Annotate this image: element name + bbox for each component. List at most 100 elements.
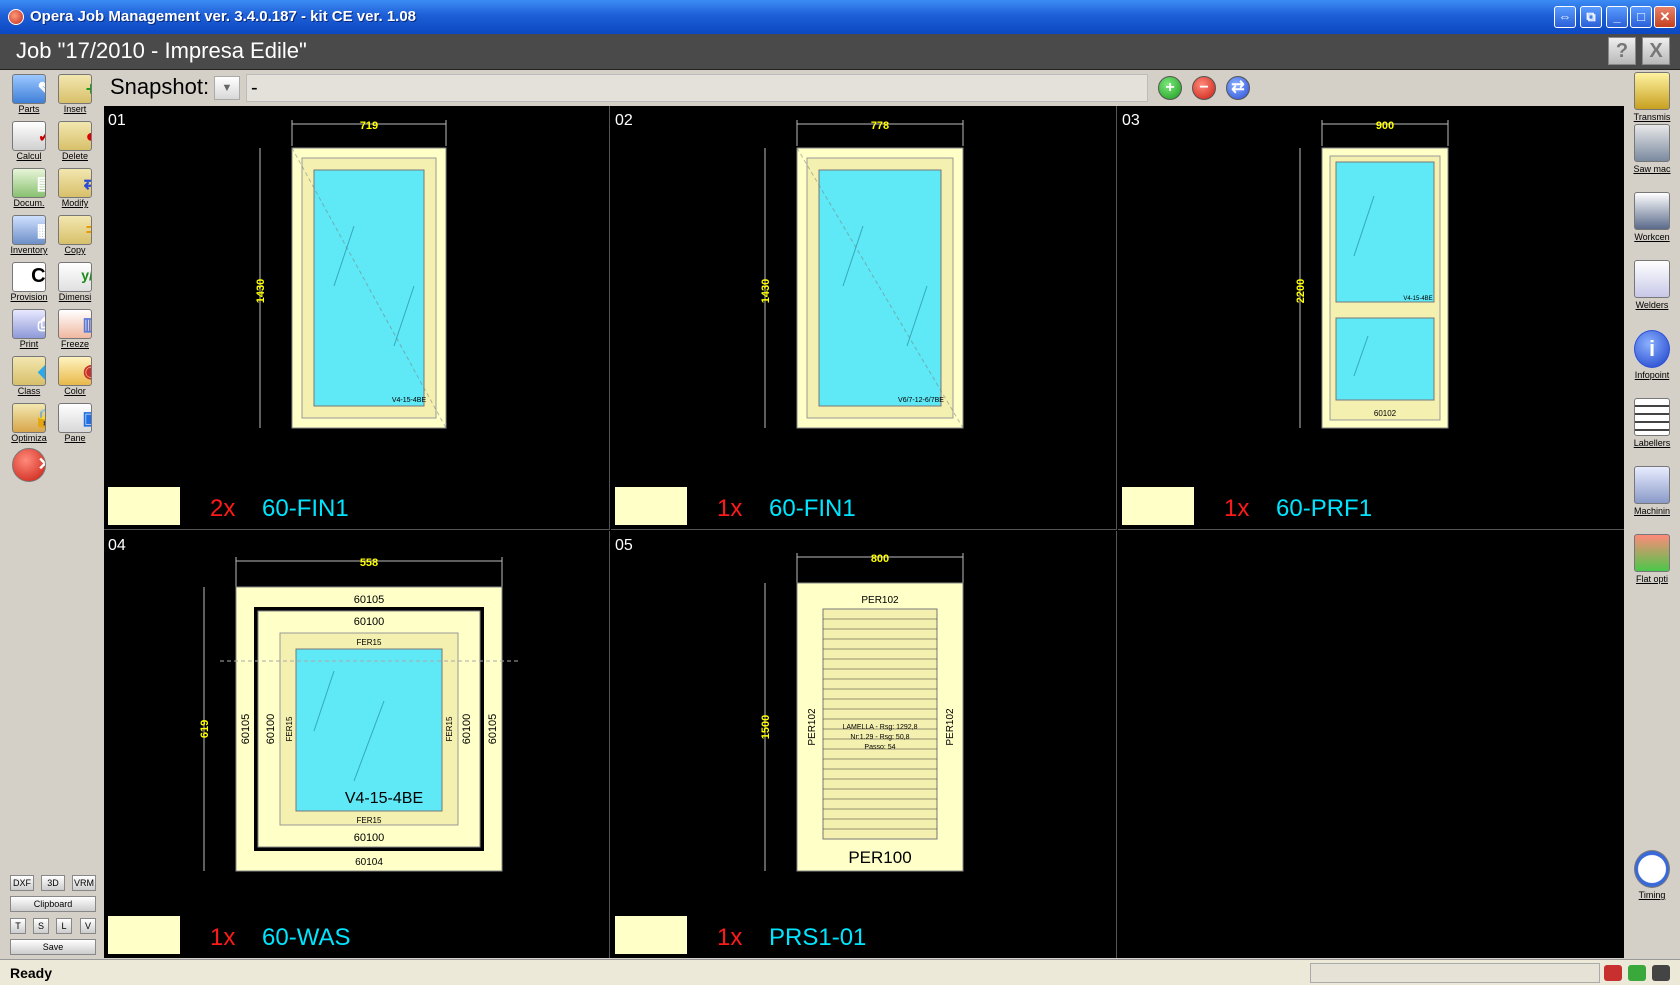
help-button[interactable]: ?: [1608, 37, 1636, 65]
position-cell-05[interactable]: 05 800 1500 PER102 LAMELLA - Rsg: 1292,8…: [611, 531, 1117, 958]
position-cell-01[interactable]: 01 719 1430 V4-15-4BE 2x 60-FIN1: [104, 106, 610, 530]
vrm-button[interactable]: VRM: [72, 875, 96, 891]
tray-icon[interactable]: [1604, 965, 1622, 981]
flatopti-button[interactable]: Flat opti: [1628, 532, 1676, 598]
pane-icon: ▣: [58, 403, 92, 433]
class-icon: ◆: [12, 356, 46, 386]
exit-button[interactable]: ✕: [8, 446, 50, 486]
3d-button[interactable]: 3D: [41, 875, 65, 891]
exit-icon: ✕: [12, 448, 46, 482]
calcul-icon: ✓: [12, 121, 46, 151]
class-button[interactable]: ◆ Class: [8, 354, 50, 398]
label-icon: [1634, 398, 1670, 436]
inventory-button[interactable]: ▦ Inventory: [8, 213, 50, 257]
save-button[interactable]: Save: [10, 939, 96, 955]
dxf-button[interactable]: DXF: [10, 875, 34, 891]
glass-label: V6/7-12-6/7BE: [898, 397, 944, 404]
tray-icon[interactable]: [1652, 965, 1670, 981]
color-swatch[interactable]: [108, 916, 180, 954]
snapshot-field[interactable]: -: [246, 74, 1148, 102]
quantity: 1x: [717, 495, 743, 522]
item-code: 60-FIN1: [769, 495, 856, 522]
color-swatch[interactable]: [615, 487, 687, 525]
copy-icon: =: [58, 215, 92, 245]
print-button[interactable]: ⎙ Print: [8, 307, 50, 351]
profile-label: 60105: [487, 714, 499, 745]
clipboard-button[interactable]: Clipboard: [10, 896, 96, 912]
restore-layout-icon[interactable]: ⇔: [1554, 6, 1576, 28]
close-job-button[interactable]: X: [1642, 37, 1670, 65]
snapshot-dropdown[interactable]: ▼: [214, 76, 240, 100]
height-dimension: 1500: [760, 715, 772, 739]
profile-label: 60105: [354, 594, 385, 606]
width-dimension: 778: [871, 120, 889, 132]
insert-button[interactable]: + Insert: [54, 72, 96, 116]
color-button[interactable]: ◉ Color: [54, 354, 96, 398]
color-swatch[interactable]: [615, 916, 687, 954]
v-button[interactable]: V: [80, 918, 96, 934]
app-window: Opera Job Management ver. 3.4.0.187 - ki…: [0, 0, 1680, 985]
saw-button[interactable]: Saw mac: [1628, 122, 1676, 188]
parts-button[interactable]: ✎ Parts: [8, 72, 50, 116]
transmis-label: Transmis: [1633, 112, 1671, 122]
window-drawing-04: 558 619 60105 60100 FER15 V4-15-4BE FER1…: [199, 557, 518, 872]
positions-grid: 01 719 1430 V4-15-4BE 2x 60-FIN1 02 778 …: [104, 106, 1624, 958]
provision-button[interactable]: CE Provision: [8, 260, 50, 304]
maximize-button[interactable]: □: [1630, 6, 1652, 28]
docum-button[interactable]: ▤ Docum.: [8, 166, 50, 210]
profile-label: PER102: [861, 595, 899, 606]
copy-label: Copy: [64, 245, 86, 255]
snapshot-label: Snapshot:: [110, 74, 210, 99]
dimensi-icon: y/x: [58, 262, 92, 292]
delete-button[interactable]: ● Delete: [54, 119, 96, 163]
position-cell-03[interactable]: 03 900 2200 60102 V4-15-4BE 1x 60-PRF1: [1118, 106, 1624, 530]
profile-label: PER102: [945, 708, 956, 746]
color-swatch[interactable]: [1122, 487, 1194, 525]
t-button[interactable]: T: [10, 918, 26, 934]
s-button[interactable]: S: [33, 918, 49, 934]
status-bar: Ready: [0, 959, 1680, 985]
timing-button[interactable]: Timing: [1628, 848, 1676, 914]
calcul-button[interactable]: ✓ Calcul: [8, 119, 50, 163]
pane-button[interactable]: ▣ Pane: [54, 401, 96, 445]
welders-button[interactable]: Welders: [1628, 258, 1676, 324]
print-icon: ⎙: [12, 309, 46, 339]
app-icon: [8, 9, 24, 25]
color-swatch[interactable]: [108, 487, 180, 525]
inventory-label: Inventory: [10, 245, 48, 255]
item-code: PRS1-01: [769, 924, 867, 951]
machinin-button[interactable]: Machinin: [1628, 464, 1676, 530]
close-window-button[interactable]: ✕: [1654, 6, 1676, 28]
add-snapshot-button[interactable]: +: [1158, 76, 1182, 100]
dimensi-button[interactable]: y/x Dimensi: [54, 260, 96, 304]
lamella-label: Passo: 54: [864, 744, 895, 751]
window-title: Opera Job Management ver. 3.4.0.187 - ki…: [30, 8, 417, 25]
optimiza-button[interactable]: 🔒 Optimiza: [8, 401, 50, 445]
freeze-button[interactable]: ▥ Freeze: [54, 307, 96, 351]
position-cell-02[interactable]: 02 778 1430 V6/7-12-6/7BE 1x 60-FIN1: [611, 106, 1117, 530]
minimize-button[interactable]: _: [1606, 6, 1628, 28]
remove-snapshot-button[interactable]: −: [1192, 76, 1216, 100]
infopoint-button[interactable]: i Infopoint: [1628, 328, 1676, 394]
swap-snapshot-button[interactable]: ⇄: [1226, 76, 1250, 100]
item-code: 60-FIN1: [262, 495, 349, 522]
tray-icon[interactable]: [1628, 965, 1646, 981]
glass-label: V4-15-4BE: [345, 790, 423, 807]
docum-icon: ▤: [12, 168, 46, 198]
workcen-button[interactable]: Workcen: [1628, 190, 1676, 256]
freeze-label: Freeze: [60, 339, 89, 349]
window-switch-icon[interactable]: ⧉: [1580, 6, 1602, 28]
labellers-button[interactable]: Labellers: [1628, 396, 1676, 462]
item-code: 60-PRF1: [1276, 495, 1373, 522]
modify-button[interactable]: ⇄ Modify: [54, 166, 96, 210]
transmis-icon: [1634, 72, 1670, 110]
position-cell-04[interactable]: 04 558 619 60105 60100 FER15 V4-15-4BE F…: [104, 531, 610, 958]
copy-button[interactable]: = Copy: [54, 213, 96, 257]
delete-label: Delete: [61, 151, 88, 161]
title-bar: Opera Job Management ver. 3.4.0.187 - ki…: [0, 0, 1680, 34]
timing-label: Timing: [1638, 890, 1666, 900]
lamella-label: Nr:1.29 - Rsg: 50,8: [850, 734, 909, 741]
profile-label: 60100: [354, 616, 385, 628]
l-button[interactable]: L: [56, 918, 72, 934]
glass-label: V4-15-4BE: [392, 397, 427, 404]
